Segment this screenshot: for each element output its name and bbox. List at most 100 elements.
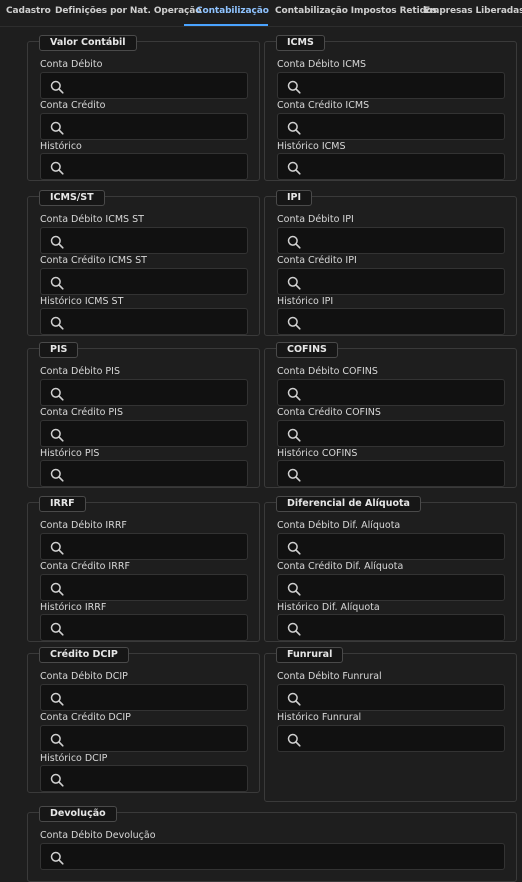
search-icon[interactable]: [50, 276, 64, 290]
conta-debito-irrf-label: Conta Débito IRRF: [40, 520, 127, 531]
search-icon[interactable]: [287, 316, 301, 330]
search-icon[interactable]: [50, 541, 64, 555]
search-icon[interactable]: [287, 541, 301, 555]
conta-credito-pis-label: Conta Crédito PIS: [40, 407, 123, 418]
active-tab-indicator: [184, 24, 268, 26]
conta-credito-icms-st-label: Conta Crédito ICMS ST: [40, 255, 147, 266]
historico-cofins-label: Histórico COFINS: [277, 448, 358, 459]
panel-title: Funrural: [276, 647, 344, 663]
conta-debito-dcip-search-field[interactable]: [40, 684, 248, 711]
historico-icms-search-field[interactable]: [277, 153, 505, 180]
panel-title: Devolução: [39, 806, 117, 822]
conta-debito-ipi-search-field[interactable]: [277, 227, 505, 254]
tab-cadastro[interactable]: Cadastro: [6, 6, 51, 16]
search-icon[interactable]: [287, 235, 301, 249]
conta-debito-funrural-search-field[interactable]: [277, 684, 505, 711]
conta-credito-label: Conta Crédito: [40, 100, 106, 111]
search-icon[interactable]: [287, 733, 301, 747]
historico-dcip-search-field[interactable]: [40, 765, 248, 792]
panel-title: Valor Contábil: [39, 35, 137, 51]
search-icon[interactable]: [50, 80, 64, 94]
tab-contabilizacao[interactable]: Contabilização: [196, 6, 269, 16]
conta-credito-ipi-search-field[interactable]: [277, 268, 505, 295]
conta-credito-dcip-search-field[interactable]: [40, 725, 248, 752]
search-icon[interactable]: [50, 733, 64, 747]
panel-title: ICMS/ST: [39, 190, 105, 206]
panel-title: PIS: [39, 342, 79, 358]
historico-funrural-search-field[interactable]: [277, 725, 505, 752]
panel-irrf: IRRF Conta Débito IRRF Conta Crédito IRR…: [27, 496, 260, 642]
conta-debito-devolucao-label: Conta Débito Devolução: [40, 830, 156, 841]
search-icon[interactable]: [287, 161, 301, 175]
conta-debito-cofins-label: Conta Débito COFINS: [277, 366, 378, 377]
conta-debito-cofins-search-field[interactable]: [277, 379, 505, 406]
search-icon[interactable]: [50, 622, 64, 636]
conta-debito-icms-st-label: Conta Débito ICMS ST: [40, 214, 144, 225]
search-icon[interactable]: [50, 851, 64, 865]
conta-credito-icms-st-search-field[interactable]: [40, 268, 248, 295]
search-icon[interactable]: [50, 428, 64, 442]
panel-pis: PIS Conta Débito PIS Conta Crédito PIS H…: [27, 342, 260, 488]
search-icon[interactable]: [50, 235, 64, 249]
search-icon[interactable]: [287, 121, 301, 135]
panel-devolucao: Devolução Conta Débito Devolução: [27, 806, 517, 882]
tab-empresas-liberadas[interactable]: Empresas Liberadas: [424, 6, 522, 16]
conta-credito-dcip-label: Conta Crédito DCIP: [40, 712, 131, 723]
conta-debito-funrural-label: Conta Débito Funrural: [277, 671, 382, 682]
conta-debito-icms-search-field[interactable]: [277, 72, 505, 99]
search-icon[interactable]: [50, 582, 64, 596]
conta-credito-search-field[interactable]: [40, 113, 248, 140]
conta-debito-irrf-search-field[interactable]: [40, 533, 248, 560]
search-icon[interactable]: [50, 161, 64, 175]
historico-cofins-search-field[interactable]: [277, 460, 505, 487]
historico-ipi-search-field[interactable]: [277, 308, 505, 335]
search-icon[interactable]: [287, 622, 301, 636]
panel-credito-dcip: Crédito DCIP Conta Débito DCIP Conta Cré…: [27, 647, 260, 793]
conta-credito-pis-search-field[interactable]: [40, 420, 248, 447]
panel-title: IRRF: [39, 496, 86, 512]
conta-credito-cofins-search-field[interactable]: [277, 420, 505, 447]
tab-definicoes-nat-operacao[interactable]: Definições por Nat. Operação: [55, 6, 201, 16]
historico-icms-st-search-field[interactable]: [40, 308, 248, 335]
historico-dif-aliquota-search-field[interactable]: [277, 614, 505, 641]
historico-dcip-label: Histórico DCIP: [40, 753, 108, 764]
historico-irrf-search-field[interactable]: [40, 614, 248, 641]
conta-credito-irrf-label: Conta Crédito IRRF: [40, 561, 130, 572]
conta-credito-irrf-search-field[interactable]: [40, 574, 248, 601]
search-icon[interactable]: [50, 316, 64, 330]
search-icon[interactable]: [50, 387, 64, 401]
tab-contabilizacao-impostos-retidos[interactable]: Contabilização Impostos Retidos: [275, 6, 437, 16]
conta-debito-search-field[interactable]: [40, 72, 248, 99]
panel-title: Diferencial de Alíquota: [276, 496, 421, 512]
conta-debito-dif-aliquota-label: Conta Débito Dif. Alíquota: [277, 520, 401, 531]
search-icon[interactable]: [50, 692, 64, 706]
tab-bar: Cadastro Definições por Nat. Operação Co…: [0, 0, 522, 27]
conta-credito-icms-search-field[interactable]: [277, 113, 505, 140]
panel-funrural: Funrural Conta Débito Funrural Histórico…: [264, 647, 517, 802]
conta-debito-icms-st-search-field[interactable]: [40, 227, 248, 254]
search-icon[interactable]: [287, 582, 301, 596]
historico-pis-label: Histórico PIS: [40, 448, 100, 459]
conta-debito-pis-search-field[interactable]: [40, 379, 248, 406]
historico-pis-search-field[interactable]: [40, 460, 248, 487]
panel-icms: ICMS Conta Débito ICMS Conta Crédito ICM…: [264, 35, 517, 181]
historico-icms-st-label: Histórico ICMS ST: [40, 296, 124, 307]
search-icon[interactable]: [50, 773, 64, 787]
search-icon[interactable]: [287, 276, 301, 290]
conta-debito-devolucao-search-field[interactable]: [40, 843, 505, 870]
conta-debito-ipi-label: Conta Débito IPI: [277, 214, 354, 225]
conta-credito-dif-aliquota-label: Conta Crédito Dif. Alíquota: [277, 561, 404, 572]
search-icon[interactable]: [287, 468, 301, 482]
conta-debito-dif-aliquota-search-field[interactable]: [277, 533, 505, 560]
search-icon[interactable]: [287, 387, 301, 401]
conta-credito-dif-aliquota-search-field[interactable]: [277, 574, 505, 601]
conta-debito-icms-label: Conta Débito ICMS: [277, 59, 367, 70]
search-icon[interactable]: [287, 80, 301, 94]
search-icon[interactable]: [287, 428, 301, 442]
historico-search-field[interactable]: [40, 153, 248, 180]
search-icon[interactable]: [287, 692, 301, 706]
search-icon[interactable]: [50, 121, 64, 135]
conta-credito-icms-label: Conta Crédito ICMS: [277, 100, 370, 111]
panel-title: Crédito DCIP: [39, 647, 129, 663]
search-icon[interactable]: [50, 468, 64, 482]
